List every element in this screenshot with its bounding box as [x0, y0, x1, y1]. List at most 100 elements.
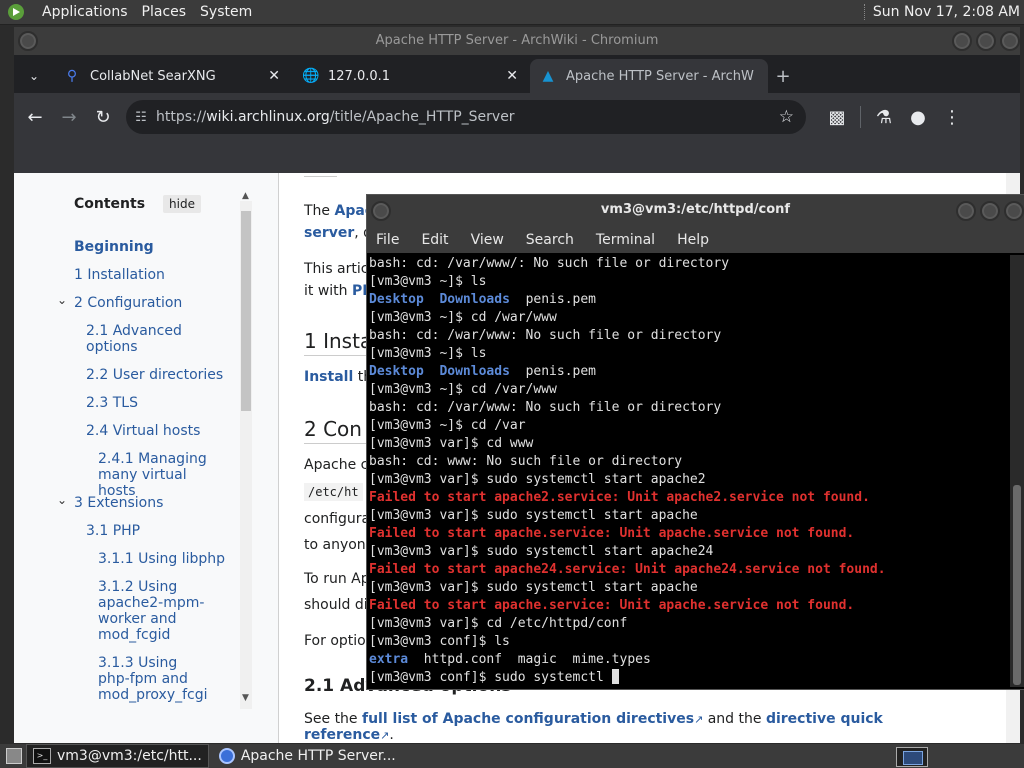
toc-item-php-fpm[interactable]: 3.1.3 Using php-fpm and mod_proxy_fcgi [98, 655, 208, 703]
maximize-button[interactable] [976, 31, 996, 51]
toc-item-installation[interactable]: 1 Installation [74, 267, 165, 283]
terminal-line: Desktop Downloads penis.pem [369, 291, 1007, 309]
panel-separator [863, 4, 867, 20]
terminal-line: [vm3@vm3 ~]$ ls [369, 274, 487, 289]
collapse-chevron-icon[interactable]: ⌄ [57, 493, 67, 507]
install-link[interactable]: Install [304, 369, 353, 385]
server-link[interactable]: server [304, 225, 354, 241]
window-menu-button[interactable] [18, 31, 38, 51]
inline-code: /etc/ht [304, 483, 363, 501]
apache-directives-link[interactable]: full list of Apache configuration direct… [362, 711, 694, 727]
top-panel: Applications Places System Sun Nov 17, 2… [0, 0, 1024, 25]
minimize-button[interactable] [956, 201, 976, 221]
scroll-up-arrow-icon[interactable]: ▲ [242, 191, 249, 201]
tab-search-chevron-icon[interactable]: ⌄ [14, 59, 54, 93]
forward-arrow-icon[interactable]: → [52, 107, 86, 128]
archlinux-icon: ▲ [542, 68, 554, 84]
tab-searxng[interactable]: ⚲ CollabNet SearXNG ✕ [54, 59, 292, 93]
menu-edit[interactable]: Edit [421, 232, 448, 248]
terminal-line: [vm3@vm3 var]$ cd /etc/httpd/conf [369, 616, 628, 631]
show-desktop-icon[interactable] [6, 748, 22, 764]
terminal-line: [vm3@vm3 ~]$ ls [369, 346, 487, 361]
menu-help[interactable]: Help [677, 232, 709, 248]
toc-item-advanced-options[interactable]: 2.1 Advanced options [86, 323, 196, 355]
back-arrow-icon[interactable]: ← [18, 107, 52, 128]
terminal-line: [vm3@vm3 var]$ sudo systemctl start apac… [369, 544, 714, 559]
terminal-output[interactable]: bash: cd: /var/www/: No such file or dir… [369, 255, 1007, 687]
bookmarks-bar-area [14, 141, 1020, 173]
collapse-chevron-icon[interactable]: ⌄ [57, 293, 67, 307]
terminal-line: [vm3@vm3 ~]$ cd /var/www [369, 382, 557, 397]
toc-item-using-libphp[interactable]: 3.1.1 Using libphp [98, 551, 225, 567]
chromium-icon [218, 748, 235, 764]
close-button[interactable] [1000, 31, 1020, 51]
terminal-menubar: File Edit View Search Terminal Help [367, 227, 1024, 253]
directory-entry: extra [369, 652, 409, 667]
terminal-scrollbar-thumb[interactable] [1013, 485, 1021, 685]
toc-item-configuration[interactable]: 2 Configuration [74, 295, 182, 311]
terminal-scrollbar[interactable] [1010, 255, 1024, 687]
tab-localhost[interactable]: 🌐 127.0.0.1 ✕ [292, 59, 530, 93]
maximize-button[interactable] [980, 201, 1000, 221]
file-entry: penis.pem [525, 364, 597, 379]
search-icon: ⚲ [66, 68, 78, 84]
reload-icon[interactable]: ↻ [86, 107, 120, 128]
toc-item-php[interactable]: 3.1 PHP [86, 523, 140, 539]
terminal-titlebar[interactable]: vm3@vm3:/etc/httpd/conf [367, 195, 1024, 227]
menu-file[interactable]: File [376, 232, 399, 248]
browser-titlebar[interactable]: Apache HTTP Server - ArchWiki - Chromium [14, 27, 1020, 55]
kebab-menu-icon[interactable]: ⋮ [935, 107, 969, 128]
terminal-title: vm3@vm3:/etc/httpd/conf [600, 202, 791, 217]
minimize-button[interactable] [952, 31, 972, 51]
terminal-line: extra httpd.conf magic mime.types [369, 651, 1007, 669]
terminal-line: bash: cd: /war/www: No such file or dire… [369, 328, 722, 343]
extensions-icon[interactable]: ▩ [820, 107, 854, 128]
system-menu[interactable]: System [200, 4, 252, 20]
taskbar-item-terminal[interactable]: >_ vm3@vm3:/etc/htt... [26, 744, 209, 768]
close-tab-icon[interactable]: ✕ [506, 68, 518, 84]
window-menu-button[interactable] [371, 201, 391, 221]
toc-item-managing-virtual-hosts[interactable]: 2.4.1 Managing many virtual hosts [98, 451, 216, 499]
new-tab-button[interactable]: + [768, 59, 798, 93]
directory-entry: Desktop [369, 364, 424, 379]
taskbar-item-chromium[interactable]: Apache HTTP Server... [213, 745, 402, 767]
menu-view[interactable]: View [471, 232, 504, 248]
external-link-icon: ↗ [694, 713, 704, 726]
divider [304, 173, 337, 177]
browser-window-title: Apache HTTP Server - ArchWiki - Chromium [375, 33, 659, 48]
toc-hide-button[interactable]: hide [163, 195, 201, 213]
toc-item-user-directories[interactable]: 2.2 User directories [86, 367, 223, 383]
tab-archwiki[interactable]: ▲ Apache HTTP Server - ArchW [530, 59, 768, 93]
toc-scrollbar[interactable] [240, 201, 252, 709]
bookmark-star-icon[interactable]: ☆ [779, 107, 794, 127]
address-bar[interactable]: ☷ https://wiki.archlinux.org/title/Apach… [126, 100, 806, 134]
places-menu[interactable]: Places [142, 4, 187, 20]
distro-logo-icon[interactable] [8, 4, 24, 20]
article-paragraph: configurat [304, 511, 376, 527]
toc-item-mpm-worker[interactable]: 3.1.2 Using apache2-mpm-worker and mod_f… [98, 579, 208, 643]
workspace-window-thumbnail [903, 751, 923, 765]
close-button[interactable] [1004, 201, 1024, 221]
scroll-down-arrow-icon[interactable]: ▼ [242, 693, 249, 703]
terminal-line: [vm3@vm3 var]$ sudo systemctl start apac… [369, 580, 698, 595]
menu-search[interactable]: Search [526, 232, 574, 248]
applications-menu[interactable]: Applications [42, 4, 128, 20]
menu-terminal[interactable]: Terminal [596, 232, 655, 248]
toc-item-virtual-hosts[interactable]: 2.4 Virtual hosts [86, 423, 200, 439]
close-tab-icon[interactable]: ✕ [268, 68, 280, 84]
site-info-icon[interactable]: ☷ [126, 110, 156, 125]
article-paragraph: The Apac [304, 203, 374, 219]
toc-item-tls[interactable]: 2.3 TLS [86, 395, 138, 411]
profile-avatar-icon[interactable]: ● [901, 107, 935, 128]
toc-item-extensions[interactable]: 3 Extensions [74, 495, 163, 511]
terminal-prompt-line: [vm3@vm3 conf]$ sudo systemctl [369, 669, 1007, 687]
terminal-error-line: Failed to start apache2.service: Unit ap… [369, 490, 870, 505]
url-text: https://wiki.archlinux.org/title/Apache_… [156, 109, 515, 125]
toc-scrollbar-thumb[interactable] [241, 211, 251, 411]
text-cursor [611, 669, 619, 684]
tab-strip: ⌄ ⚲ CollabNet SearXNG ✕ 🌐 127.0.0.1 ✕ ▲ … [14, 55, 1020, 93]
workspace-switcher[interactable] [896, 747, 928, 767]
labs-flask-icon[interactable]: ⚗ [867, 107, 901, 128]
clock[interactable]: Sun Nov 17, 2:08 AM [873, 4, 1020, 20]
toc-item-beginning[interactable]: Beginning [74, 239, 154, 255]
